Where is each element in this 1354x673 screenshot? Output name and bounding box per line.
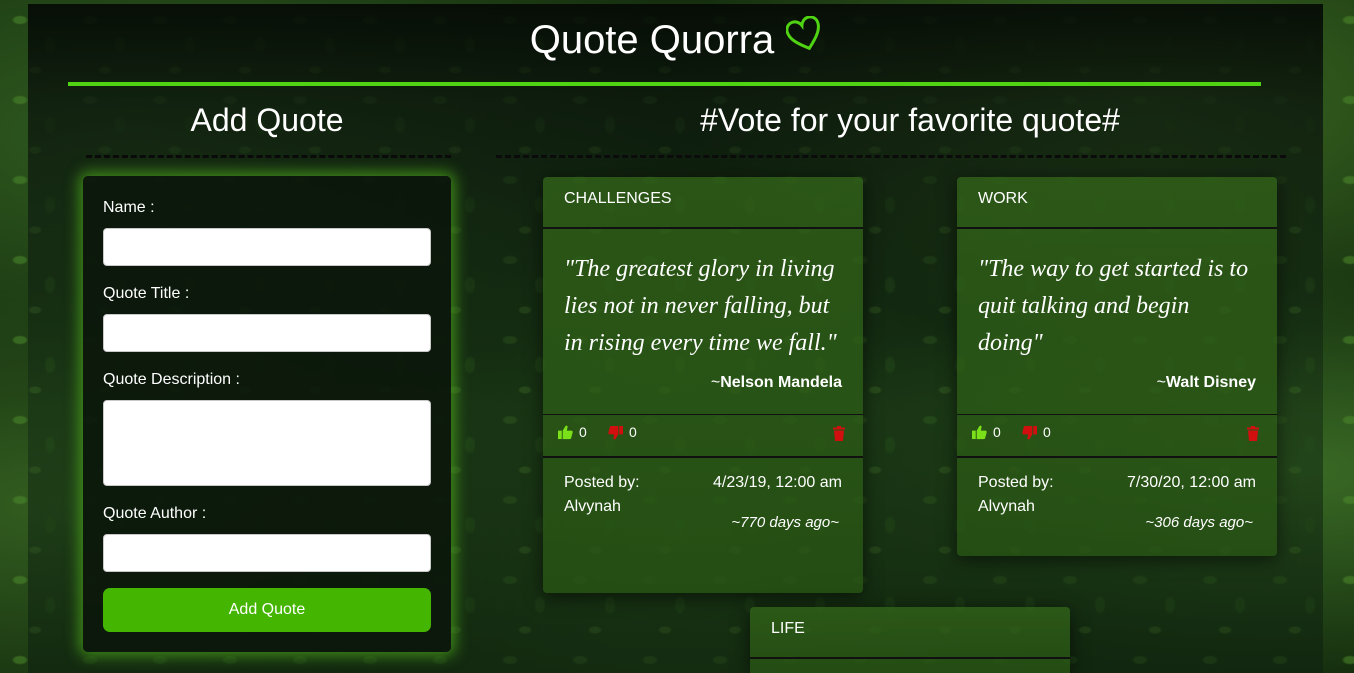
upvote-count: 0	[579, 424, 587, 440]
quote-card: WORK "The way to get started is to quit …	[957, 177, 1277, 556]
downvote-button[interactable]: 0	[608, 424, 637, 440]
author-name: Walt Disney	[1165, 374, 1256, 391]
author-prefix: ~	[1156, 374, 1166, 391]
quote-author-input[interactable]	[103, 534, 431, 572]
thumbs-down-icon	[608, 425, 623, 439]
downvote-button[interactable]: 0	[1022, 424, 1051, 440]
heart-icon	[785, 15, 824, 54]
app-title: Quote Quorra	[529, 18, 775, 62]
quote-author: ~Walt Disney	[978, 374, 1256, 414]
downvote-count: 0	[1043, 424, 1051, 440]
vote-heading: #Vote for your favorite quote#	[700, 102, 1120, 138]
quote-footer: Posted by: Alvynah 4/23/19, 12:00 am ~77…	[543, 458, 863, 546]
posted-by-user: Alvynah	[564, 498, 621, 515]
delete-button[interactable]	[1247, 426, 1259, 444]
name-input[interactable]	[103, 228, 431, 266]
quote-description-label: Quote Description :	[103, 371, 240, 388]
author-prefix: ~	[710, 374, 721, 391]
thumbs-up-icon	[558, 425, 573, 439]
posted-by-user: Alvynah	[978, 498, 1035, 515]
quote-text: "The way to get started is to quit talki…	[978, 256, 1249, 356]
vote-bar: 0 0	[543, 414, 863, 458]
posted-date: 7/30/20, 12:00 am	[1127, 474, 1256, 491]
posted-by-label: Posted by:	[564, 474, 640, 491]
delete-button[interactable]	[833, 426, 845, 444]
upvote-count: 0	[993, 424, 1001, 440]
posted-ago: ~770 days ago~	[731, 514, 839, 531]
quote-card: CHALLENGES "The greatest glory in living…	[543, 177, 863, 593]
quote-title-label: Quote Title :	[103, 285, 190, 302]
add-quote-heading: Add Quote	[190, 102, 344, 138]
thumbs-up-icon	[972, 425, 987, 439]
quote-category: CHALLENGES	[543, 177, 863, 229]
author-name: Nelson Mandela	[720, 374, 842, 391]
posted-by-label: Posted by:	[978, 474, 1054, 491]
quote-category: WORK	[957, 177, 1277, 229]
quote-author: ~Nelson Mandela	[564, 374, 842, 414]
quote-footer: Posted by: Alvynah 7/30/20, 12:00 am ~30…	[957, 458, 1277, 546]
quotes-divider	[496, 155, 1286, 158]
quote-card: LIFE	[750, 607, 1070, 673]
vote-bar: 0 0	[957, 414, 1277, 458]
header-divider	[68, 82, 1261, 86]
name-label: Name :	[103, 199, 155, 216]
trash-icon	[1247, 426, 1259, 441]
add-quote-form: Name : Quote Title : Quote Description :…	[83, 176, 451, 652]
upvote-button[interactable]: 0	[972, 424, 1001, 440]
trash-icon	[833, 426, 845, 441]
quote-title-input[interactable]	[103, 314, 431, 352]
downvote-count: 0	[629, 424, 637, 440]
quote-author-label: Quote Author :	[103, 505, 207, 522]
add-quote-button[interactable]: Add Quote	[103, 588, 431, 632]
thumbs-down-icon	[1022, 425, 1037, 439]
quote-description-textarea[interactable]	[103, 400, 431, 486]
quote-text: "The greatest glory in living lies not i…	[564, 256, 837, 356]
posted-date: 4/23/19, 12:00 am	[713, 474, 842, 491]
form-divider	[86, 155, 451, 158]
quote-category: LIFE	[750, 607, 1070, 659]
page-header: Quote Quorra	[0, 15, 1354, 63]
posted-ago: ~306 days ago~	[1145, 514, 1253, 531]
upvote-button[interactable]: 0	[558, 424, 587, 440]
